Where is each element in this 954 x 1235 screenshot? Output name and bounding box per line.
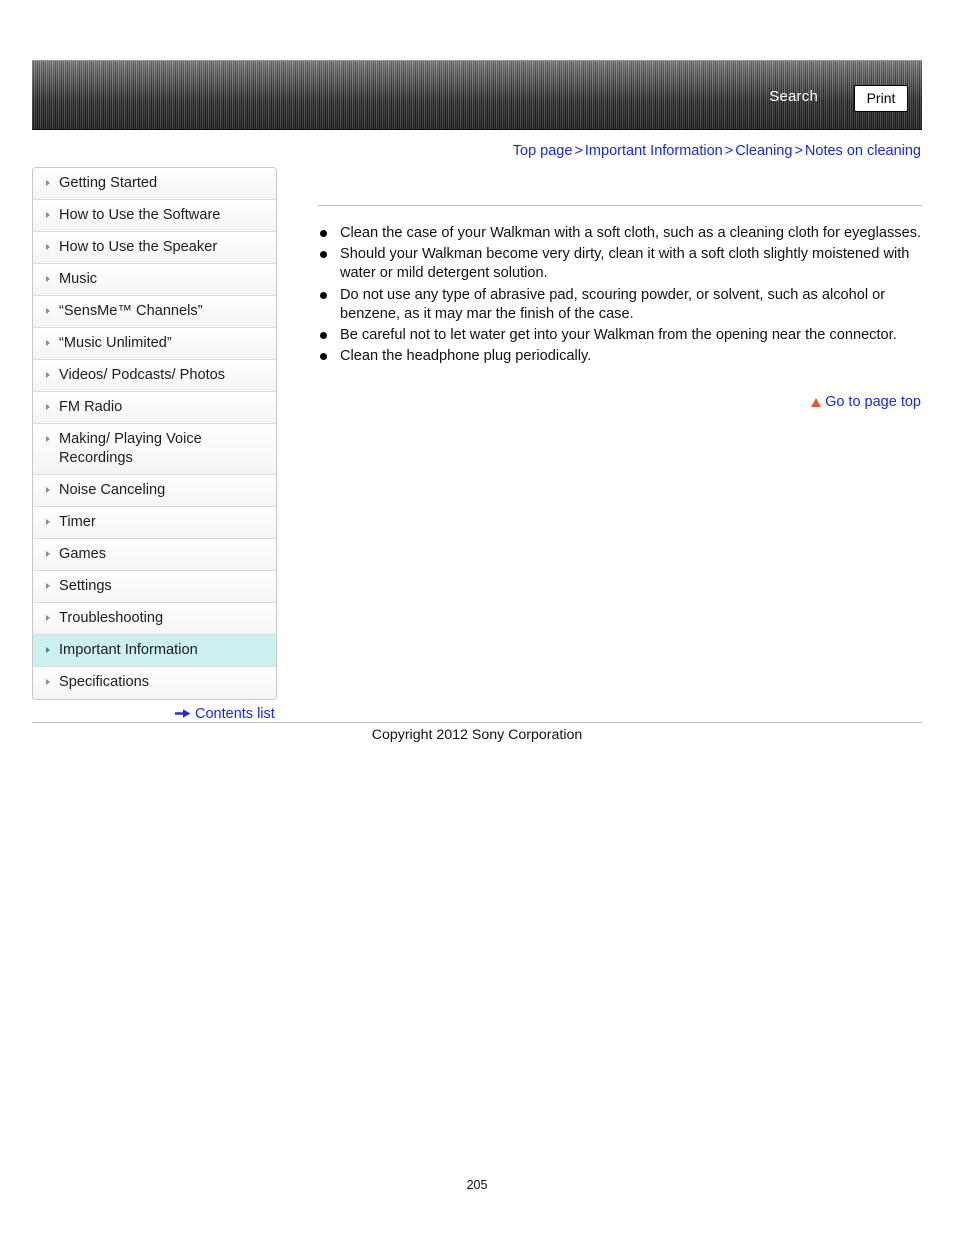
- list-item-text: Clean the case of your Walkman with a so…: [340, 225, 922, 241]
- sidebar-item-label: Noise Canceling: [59, 482, 166, 498]
- sidebar-item-music[interactable]: Music: [33, 264, 276, 296]
- sidebar-item-label: Music: [59, 271, 98, 287]
- list-item: Clean the case of your Walkman with a so…: [318, 224, 922, 243]
- breadcrumb-item-notes-on-cleaning[interactable]: Notes on cleaning: [805, 143, 921, 159]
- chevron-right-icon: [46, 308, 50, 314]
- sidebar-item-troubleshooting[interactable]: Troubleshooting: [33, 603, 276, 635]
- bullet-icon: [320, 353, 327, 361]
- list-item: Be careful not to let water get into you…: [318, 326, 922, 345]
- sidebar-item-how-to-use-the-software[interactable]: How to Use the Software: [33, 200, 276, 232]
- list-item: Clean the headphone plug periodically.: [318, 347, 922, 366]
- sidebar-item-label: Videos/ Podcasts/ Photos: [59, 367, 226, 383]
- contents-list-label: Contents list: [195, 706, 275, 722]
- sidebar-item-label: Important Information: [59, 642, 198, 658]
- breadcrumb-item-cleaning[interactable]: Cleaning: [735, 143, 792, 159]
- list-item: Should your Walkman become very dirty, c…: [318, 245, 922, 283]
- chevron-right-icon: [46, 404, 50, 410]
- bullet-icon: [320, 230, 327, 237]
- breadcrumb: Top page > Important Information > Cleaning >…: [513, 143, 921, 159]
- chevron-right-icon: [46, 551, 50, 557]
- sidebar-item-getting-started[interactable]: Getting Started: [33, 168, 276, 200]
- sidebar-item-music-unlimited[interactable]: “Music Unlimited”: [33, 328, 276, 360]
- sidebar-item-noise-canceling[interactable]: Noise Canceling: [33, 475, 276, 507]
- sidebar-item-label: Getting Started: [59, 175, 158, 191]
- go-to-page-top-link[interactable]: Go to page top: [811, 394, 921, 410]
- sidebar-item-label: Troubleshooting: [59, 610, 164, 626]
- breadcrumb-separator: >: [724, 143, 734, 159]
- content-divider: [318, 205, 922, 206]
- sidebar-item-timer[interactable]: Timer: [33, 507, 276, 539]
- header-bar: Search Print: [32, 60, 922, 130]
- breadcrumb-item-important-information[interactable]: Important Information: [585, 143, 723, 159]
- sidebar-item-making-playing-voice-recordings[interactable]: Making/ Playing Voice Recordings: [33, 424, 276, 475]
- chevron-right-icon: [46, 372, 50, 378]
- list-item-text: Do not use any type of abrasive pad, sco…: [340, 286, 886, 322]
- sidebar-item-label: FM Radio: [59, 399, 123, 415]
- chevron-right-icon: [46, 679, 50, 685]
- notes-list: Clean the case of your Walkman with a so…: [318, 224, 922, 366]
- page-number: 205: [466, 1178, 488, 1192]
- search-label[interactable]: Search: [769, 88, 818, 105]
- sidebar: Getting Started How to Use the Software …: [32, 167, 277, 700]
- list-item: Do not use any type of abrasive pad, sco…: [318, 286, 922, 324]
- chevron-right-icon: [46, 244, 50, 250]
- chevron-right-icon: [46, 487, 50, 493]
- sidebar-item-specifications[interactable]: Specifications: [33, 667, 276, 699]
- main-content: Clean the case of your Walkman with a so…: [318, 205, 922, 368]
- sidebar-item-label: Making/ Playing Voice Recordings: [59, 431, 202, 466]
- sidebar-item-label: “SensMe™ Channels”: [59, 303, 203, 319]
- bullet-icon: [320, 291, 327, 299]
- sidebar-item-label: Settings: [59, 578, 112, 594]
- chevron-right-icon: [46, 212, 50, 218]
- go-to-page-top-label: Go to page top: [825, 394, 921, 410]
- sidebar-item-label: “Music Unlimited”: [59, 335, 172, 351]
- bullet-icon: [320, 332, 327, 340]
- sidebar-item-label: How to Use the Software: [59, 207, 221, 223]
- chevron-right-icon: [46, 276, 50, 282]
- breadcrumb-separator: >: [574, 143, 583, 159]
- chevron-right-icon: [46, 615, 50, 621]
- chevron-right-icon: [46, 180, 50, 186]
- chevron-right-icon: [46, 583, 50, 589]
- sidebar-item-settings[interactable]: Settings: [33, 571, 276, 603]
- bullet-icon: [320, 251, 327, 259]
- chevron-right-icon: [46, 340, 50, 346]
- sidebar-item-how-to-use-the-speaker[interactable]: How to Use the Speaker: [33, 232, 276, 264]
- sidebar-item-games[interactable]: Games: [33, 539, 276, 571]
- list-item-text: Be careful not to let water get into you…: [340, 327, 897, 344]
- sidebar-item-sensme-channels[interactable]: “SensMe™ Channels”: [33, 296, 276, 328]
- sidebar-item-fm-radio[interactable]: FM Radio: [33, 392, 276, 424]
- list-item-text: Clean the headphone plug periodically.: [340, 348, 592, 365]
- sidebar-item-label: Timer: [59, 514, 96, 530]
- breadcrumb-separator: >: [794, 143, 803, 159]
- sidebar-item-label: How to Use the Speaker: [59, 239, 218, 255]
- arrow-right-icon: [175, 707, 191, 723]
- list-item-text: Should your Walkman become very dirty, c…: [340, 246, 910, 282]
- contents-list-link[interactable]: Contents list: [175, 706, 275, 723]
- chevron-right-icon: [46, 647, 50, 653]
- sidebar-item-label: Games: [59, 546, 107, 562]
- chevron-right-icon: [46, 519, 50, 525]
- footer-divider: [32, 722, 922, 723]
- copyright-text: Copyright 2012 Sony Corporation: [371, 727, 583, 743]
- print-button[interactable]: Print: [854, 85, 908, 112]
- chevron-right-icon: [46, 436, 50, 442]
- sidebar-item-important-information[interactable]: Important Information: [33, 635, 276, 667]
- triangle-up-icon: [811, 398, 822, 407]
- breadcrumb-item-top-page[interactable]: Top page: [513, 143, 573, 159]
- sidebar-item-label: Specifications: [59, 674, 150, 690]
- sidebar-item-videos-podcasts-photos[interactable]: Videos/ Podcasts/ Photos: [33, 360, 276, 392]
